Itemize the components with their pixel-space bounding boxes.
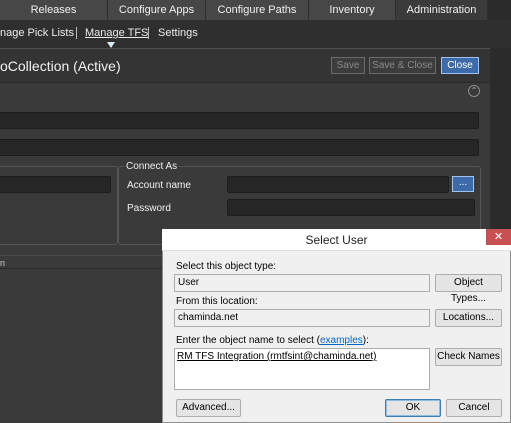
- subnav-manage-pick-lists[interactable]: nage Pick Lists: [0, 26, 74, 40]
- enter-object-name-label: Enter the object name to select (example…: [176, 335, 369, 346]
- enter-label-prefix: Enter the object name to select (: [176, 335, 320, 346]
- save-button[interactable]: Save: [331, 57, 365, 74]
- password-label: Password: [127, 203, 171, 214]
- object-name-value: RM TFS Integration (rmtfsint@chaminda.ne…: [177, 351, 377, 362]
- examples-link[interactable]: examples: [320, 335, 363, 346]
- subnav-manage-tfs[interactable]: Manage TFS: [85, 26, 148, 40]
- locations-button[interactable]: Locations...: [435, 309, 502, 327]
- page-title: oCollection (Active): [0, 58, 121, 74]
- advanced-button[interactable]: Advanced...: [176, 399, 241, 417]
- left-group-field[interactable]: [0, 176, 111, 193]
- object-name-input[interactable]: RM TFS Integration (rmtfsint@chaminda.ne…: [174, 348, 430, 390]
- enter-label-suffix: ):: [362, 335, 369, 346]
- url-field[interactable]: [0, 139, 479, 156]
- browse-account-button[interactable]: ...: [452, 176, 474, 192]
- dialog-close-icon[interactable]: ✕: [486, 229, 511, 245]
- location-field: chaminda.net: [174, 309, 430, 327]
- ok-button[interactable]: OK: [385, 399, 441, 417]
- password-field[interactable]: [227, 199, 475, 216]
- subnav-settings[interactable]: Settings: [158, 26, 198, 40]
- object-type-field: User: [174, 274, 430, 292]
- object-types-button[interactable]: Object Types...: [435, 274, 502, 304]
- object-type-label: Select this object type:: [176, 261, 277, 272]
- save-close-button[interactable]: Save & Close: [369, 57, 436, 74]
- tab-administration[interactable]: Administration: [396, 0, 488, 20]
- tab-releases[interactable]: Releases: [0, 0, 108, 20]
- tab-inventory[interactable]: Inventory: [309, 0, 396, 20]
- cancel-button[interactable]: Cancel: [446, 399, 502, 417]
- tab-configure-paths[interactable]: Configure Paths: [206, 0, 309, 20]
- close-button[interactable]: Close: [441, 57, 479, 74]
- tab-configure-apps[interactable]: Configure Apps: [108, 0, 206, 20]
- subnav-separator: [148, 27, 149, 39]
- location-label: From this location:: [176, 296, 258, 307]
- subnav-separator: [76, 27, 77, 39]
- truncated-text: n: [0, 258, 6, 268]
- account-name-field[interactable]: [227, 176, 449, 193]
- dialog-title: Select User: [305, 233, 368, 247]
- name-field[interactable]: [0, 112, 479, 129]
- account-name-label: Account name: [127, 180, 191, 191]
- check-names-button[interactable]: Check Names: [435, 348, 502, 366]
- top-right-strip: [488, 0, 511, 20]
- collapse-icon[interactable]: ⌃: [468, 85, 480, 97]
- connect-as-label: Connect As: [124, 161, 180, 172]
